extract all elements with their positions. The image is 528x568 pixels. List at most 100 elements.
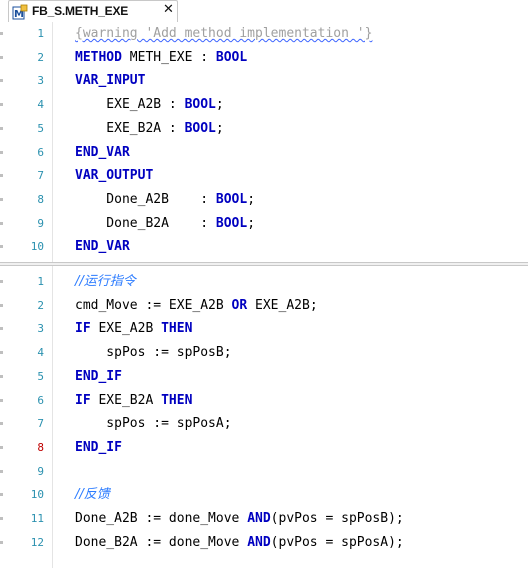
keyword-token: THEN <box>161 392 193 408</box>
code-text[interactable]: END_IF <box>75 365 122 389</box>
code-token: ; <box>247 191 256 207</box>
code-line[interactable]: 7 VAR_OUTPUT <box>0 164 528 188</box>
keyword-token: OR <box>231 297 248 313</box>
code-token: Done_B2A : <box>75 215 216 231</box>
code-token: spPos := spPosA; <box>75 416 232 432</box>
keyword-token: IF <box>75 321 91 337</box>
code-line[interactable]: 4 spPos := spPosB; <box>0 341 528 365</box>
line-number: 9 <box>37 464 44 478</box>
code-token: cmd_Move := EXE_A2B <box>75 297 232 313</box>
line-number: 11 <box>30 512 44 525</box>
keyword-token: BOOL <box>184 120 216 136</box>
code-line[interactable]: 8 END_IF <box>0 436 528 460</box>
comment-token: //反馈 <box>75 487 110 503</box>
line-number: 6 <box>37 393 44 407</box>
code-line[interactable]: 5 END_IF <box>0 365 528 389</box>
code-text[interactable]: spPos := spPosB; <box>75 341 232 365</box>
keyword-token: BOOL <box>184 97 216 113</box>
code-line[interactable]: 1 //运行指令 <box>0 270 528 294</box>
code-text[interactable]: EXE_B2A : BOOL; <box>75 117 224 141</box>
line-number: 8 <box>37 440 44 454</box>
declaration-editor[interactable]: 1 {warning 'Add method implementation '} 2… <box>0 22 528 262</box>
keyword-token: AND <box>247 511 271 526</box>
code-token: (pvPos = spPosB); <box>270 511 404 526</box>
keyword-token: BOOL <box>215 191 248 207</box>
code-text[interactable]: VAR_OUTPUT <box>75 164 153 188</box>
code-line[interactable]: 3 IF EXE_A2B THEN <box>0 317 528 341</box>
keyword-token: METHOD <box>75 49 122 65</box>
code-token: spPos := spPosB; <box>75 345 232 361</box>
code-line[interactable]: 10 //反馈 <box>0 483 528 507</box>
keyword-token: BOOL <box>215 49 248 65</box>
code-token: ; <box>215 120 224 136</box>
code-line[interactable]: 8 Done_A2B : BOOL; <box>0 188 528 212</box>
code-token: METH_EXE : <box>121 49 216 65</box>
keyword-token: END_VAR <box>75 239 130 255</box>
code-text[interactable]: VAR_INPUT <box>75 69 145 93</box>
keyword-token: END_IF <box>75 439 122 455</box>
code-line[interactable]: 11 Done_A2B := done_Move AND(pvPos = spPo… <box>0 507 528 531</box>
code-text[interactable]: EXE_A2B : BOOL; <box>75 93 224 117</box>
line-number: 1 <box>37 275 44 288</box>
code-line[interactable]: 10 END_VAR <box>0 235 528 259</box>
code-token: EXE_B2A <box>90 392 162 408</box>
line-number: 4 <box>37 346 44 360</box>
code-text[interactable]: cmd_Move := EXE_A2B OR EXE_A2B; <box>75 294 318 318</box>
code-text[interactable]: END_IF <box>75 436 122 460</box>
keyword-token: BOOL <box>215 215 248 231</box>
keyword-token: THEN <box>161 321 193 337</box>
line-number: 3 <box>37 74 44 88</box>
close-icon[interactable]: ✕ <box>163 2 174 18</box>
code-line[interactable]: 12 Done_B2A := done_Move AND(pvPos = spPo… <box>0 531 528 555</box>
code-text[interactable]: Done_A2B : BOOL; <box>75 188 255 212</box>
keyword-token: END_IF <box>75 368 122 384</box>
code-line[interactable]: 3 VAR_INPUT <box>0 69 528 93</box>
keyword-token: VAR_INPUT <box>75 73 146 89</box>
code-token: EXE_A2B <box>90 321 162 337</box>
line-number: 4 <box>37 98 44 112</box>
code-token: ; <box>215 97 224 113</box>
line-number: 5 <box>37 121 44 135</box>
line-number: 9 <box>37 216 44 230</box>
line-number: 10 <box>30 488 44 502</box>
code-line[interactable]: 9 <box>0 460 528 484</box>
code-text[interactable]: Done_A2B := done_Move AND(pvPos = spPosB… <box>75 507 404 531</box>
code-token: Done_B2A := done_Move <box>75 534 248 550</box>
code-text[interactable]: Done_B2A : BOOL; <box>75 212 255 236</box>
code-line[interactable]: 9 Done_B2A : BOOL; <box>0 212 528 236</box>
line-number: 5 <box>37 369 44 383</box>
line-number: 7 <box>37 417 44 431</box>
implementation-editor[interactable]: 1//运行指令 2 cmd_Move := EXE_A2B OR EXE_A2B; 3… <box>0 266 528 568</box>
code-token: EXE_A2B : <box>75 97 185 113</box>
code-token: (pvPos = spPosA); <box>270 534 404 550</box>
code-text[interactable]: //反馈 <box>75 483 110 507</box>
tab-fb-s-meth-exe[interactable]: M FB_S.METH_EXE ✕ <box>8 0 178 22</box>
code-text[interactable]: END_VAR <box>75 141 130 165</box>
code-token: EXE_B2A : <box>75 120 185 136</box>
code-text[interactable]: spPos := spPosA; <box>75 412 232 436</box>
code-line[interactable]: 2 cmd_Move := EXE_A2B OR EXE_A2B; <box>0 294 528 318</box>
code-line[interactable]: 2 METHOD METH_EXE : BOOL <box>0 46 528 70</box>
line-number: 8 <box>37 192 44 206</box>
line-number: 2 <box>37 298 44 312</box>
code-line[interactable]: 7 spPos := spPosA; <box>0 412 528 436</box>
line-number: 6 <box>37 145 44 159</box>
code-text[interactable]: IF EXE_A2B THEN <box>75 317 192 341</box>
code-token: EXE_A2B; <box>247 297 318 313</box>
code-line[interactable]: 6 IF EXE_B2A THEN <box>0 389 528 413</box>
code-text[interactable]: //运行指令 <box>75 270 136 294</box>
code-line[interactable]: 6 END_VAR <box>0 141 528 165</box>
line-number: 12 <box>30 535 44 549</box>
code-line[interactable]: 1 {warning 'Add method implementation '} <box>0 22 528 46</box>
code-text[interactable]: END_VAR <box>75 235 130 259</box>
keyword-token: END_VAR <box>75 144 130 160</box>
line-number: 7 <box>37 169 44 183</box>
code-text[interactable]: Done_B2A := done_Move AND(pvPos = spPosA… <box>75 531 404 555</box>
editor-tab-bar: M FB_S.METH_EXE ✕ <box>0 0 528 23</box>
keyword-token: VAR_OUTPUT <box>75 168 154 184</box>
code-line[interactable]: 5 EXE_B2A : BOOL; <box>0 117 528 141</box>
code-text[interactable]: IF EXE_B2A THEN <box>75 389 192 413</box>
code-text[interactable]: {warning 'Add method implementation '} <box>75 22 372 46</box>
code-text[interactable]: METHOD METH_EXE : BOOL <box>75 46 247 70</box>
code-line[interactable]: 4 EXE_A2B : BOOL; <box>0 93 528 117</box>
